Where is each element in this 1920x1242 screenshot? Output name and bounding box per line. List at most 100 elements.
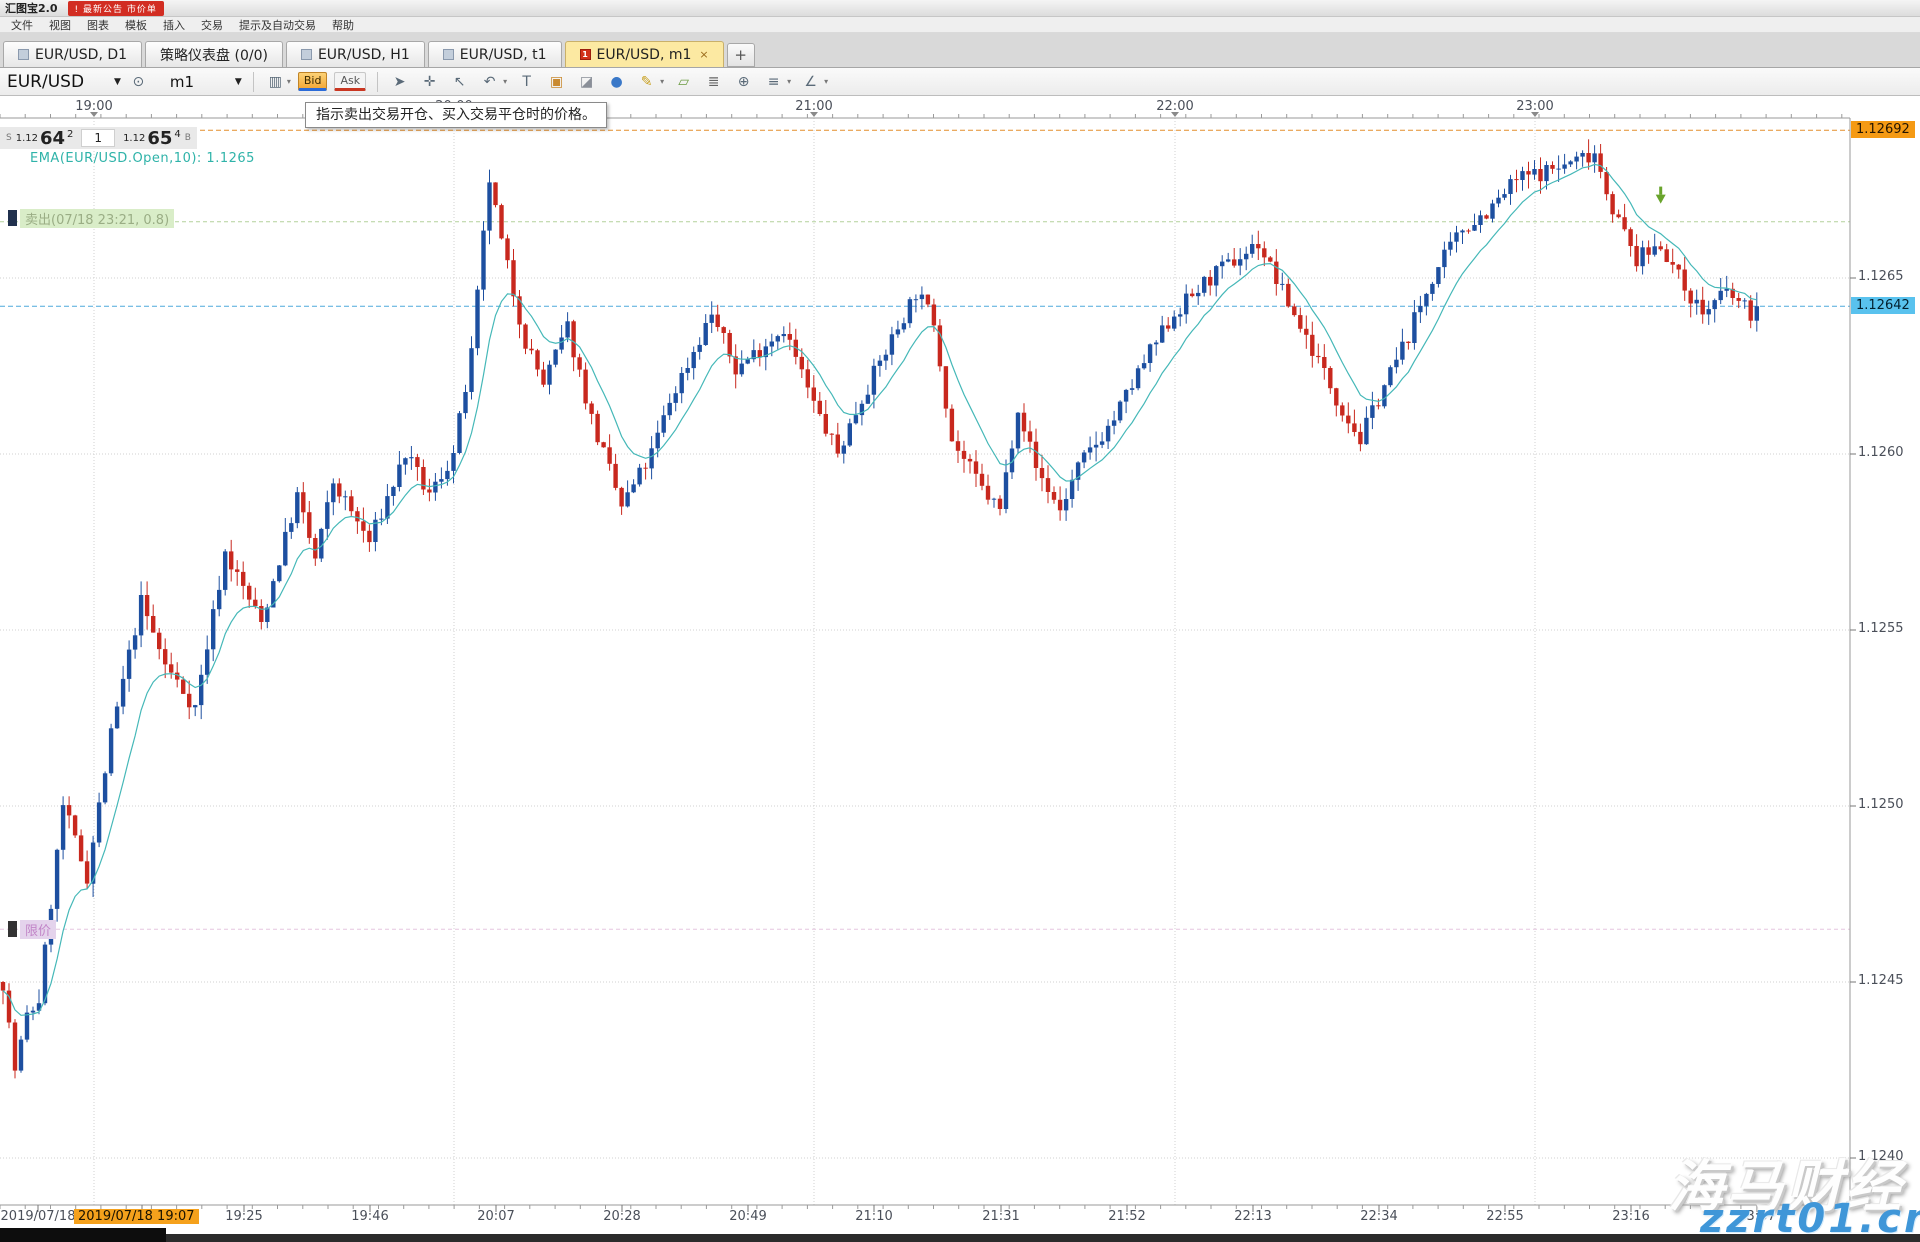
menu-item-6[interactable]: 提示及自动交易	[231, 17, 324, 33]
window-titlebar: 汇图宝2.0 ! 最新公告 市价单	[0, 0, 1920, 17]
tab-eurusd-t1[interactable]: EUR/USD, t1	[428, 41, 562, 67]
menu-item-5[interactable]: 交易	[193, 17, 231, 33]
bottom-bar-left-segment	[0, 1228, 166, 1242]
tab-eurusd-h1[interactable]: EUR/USD, H1	[286, 41, 425, 67]
arrow-tool-icon[interactable]: ↖	[449, 74, 470, 90]
bid-button[interactable]: Bid	[298, 72, 328, 91]
price-axis-label: 1.1245	[1858, 973, 1920, 988]
menu-item-1[interactable]: 视图	[41, 17, 79, 33]
buy-side-label: B	[183, 133, 193, 143]
sell-arrow-icon	[1656, 187, 1666, 204]
pencil-icon-caret[interactable]: ▾	[660, 77, 664, 86]
bottom-axis-label: 19:25	[184, 1209, 304, 1224]
spread-value[interactable]: 1	[81, 129, 115, 147]
tab-label: EUR/USD, t1	[460, 47, 547, 63]
sell-price-major: 64	[40, 128, 65, 149]
symbol-select[interactable]: EUR/USD	[7, 72, 107, 92]
active-chart-icon: 1	[580, 49, 591, 60]
lines-icon[interactable]: ≡	[763, 74, 784, 90]
eraser-icon[interactable]: ◪	[576, 74, 597, 90]
buy-price-pip: 4	[174, 129, 180, 140]
undo-icon-caret[interactable]: ▾	[503, 77, 507, 86]
toolbar-separator	[377, 72, 378, 92]
menu-item-4[interactable]: 插入	[155, 17, 193, 33]
chart-type-icon[interactable]: ▥	[265, 74, 286, 90]
bottom-axis-label: 22:55	[1445, 1209, 1565, 1224]
order-handle-icon[interactable]	[8, 921, 17, 937]
app-title: 汇图宝2.0	[5, 0, 58, 16]
price-axis-label: 1.1265	[1858, 269, 1920, 284]
search-icon[interactable]: ⊙	[128, 74, 149, 90]
top-axis-label: 19:00	[70, 99, 118, 114]
promo-badge[interactable]: ! 最新公告 市价单	[68, 1, 164, 16]
sell-price-pip: 2	[67, 129, 73, 140]
globe-icon[interactable]: ●	[606, 74, 627, 90]
shapes-icon[interactable]: ▱	[673, 74, 694, 90]
cursor-icon[interactable]: ➤	[389, 74, 410, 90]
trading-app-window: 汇图宝2.0 ! 最新公告 市价单 文件视图图表模板插入交易提示及自动交易帮助 …	[0, 0, 1920, 1242]
sell-price-minor: 1.12	[16, 133, 38, 144]
order-handle-icon[interactable]	[8, 210, 17, 226]
menu-bar: 文件视图图表模板插入交易提示及自动交易帮助	[0, 17, 1920, 33]
bottom-axis-label: 22:13	[1193, 1209, 1313, 1224]
top-axis-label: 23:00	[1511, 99, 1559, 114]
bid-price-tag: 1.12642	[1851, 297, 1915, 314]
lines-icon-caret[interactable]: ▾	[787, 77, 791, 86]
limit-order-marker[interactable]: 限价	[8, 920, 56, 938]
bottom-axis-label: 21:52	[1067, 1209, 1187, 1224]
menu-item-3[interactable]: 模板	[117, 17, 155, 33]
menu-item-2[interactable]: 图表	[79, 17, 117, 33]
pencil-icon[interactable]: ✎	[636, 74, 657, 90]
chart-type-caret-icon[interactable]: ▾	[287, 77, 291, 86]
candlestick-chart-canvas[interactable]	[0, 96, 1920, 1242]
chart-window-icon	[18, 49, 29, 60]
zoom-in-icon[interactable]: ⊕	[733, 74, 754, 90]
buy-price-major: 65	[147, 128, 172, 149]
tab-label: EUR/USD, m1	[597, 47, 692, 63]
bottom-axis-label: 19:46	[310, 1209, 430, 1224]
tab-strategy-dashboard[interactable]: 策略仪表盘 (0/0)	[145, 41, 283, 67]
toolbar-separator	[253, 72, 254, 92]
bottom-axis-label: 2019/07/18 19:07	[74, 1209, 199, 1224]
print-icon[interactable]: ≣	[703, 74, 724, 90]
menu-item-0[interactable]: 文件	[3, 17, 41, 33]
calendar-icon[interactable]: ▣	[546, 74, 567, 90]
watermark-site: zzrt01.cn	[1700, 1196, 1920, 1242]
price-axis-label: 1.1250	[1858, 797, 1920, 812]
ema-indicator-label: EMA(EUR/USD.Open,10): 1.1265	[30, 151, 255, 166]
bottom-axis-label: 22:34	[1319, 1209, 1439, 1224]
symbol-caret-icon[interactable]: ▼	[114, 77, 121, 87]
ask-button[interactable]: Ask	[334, 72, 366, 91]
sell-order-marker[interactable]: 卖出(07/18 23:21, 0.8)	[8, 209, 174, 227]
tab-eurusd-m1[interactable]: 1 EUR/USD, m1 ×	[565, 41, 724, 67]
tab-label: 策略仪表盘 (0/0)	[160, 45, 268, 65]
limit-order-label: 限价	[20, 920, 56, 939]
timeframe-select[interactable]: m1	[170, 73, 228, 91]
tab-label: EUR/USD, H1	[318, 47, 410, 63]
undo-icon[interactable]: ↶	[479, 74, 500, 90]
chart-window-icon	[301, 49, 312, 60]
timeframe-caret-icon[interactable]: ▼	[235, 77, 242, 87]
crosshair-icon[interactable]: ✛	[419, 74, 440, 90]
text-tool-icon[interactable]: T	[516, 74, 537, 90]
bottom-axis-label: 20:07	[436, 1209, 556, 1224]
close-icon[interactable]: ×	[699, 48, 708, 61]
ask-price-tag: 1.12692	[1851, 121, 1915, 138]
top-axis-label: 22:00	[1151, 99, 1199, 114]
angle-tool-icon-caret[interactable]: ▾	[824, 77, 828, 86]
bottom-axis-label: 21:31	[941, 1209, 1061, 1224]
tab-label: EUR/USD, D1	[35, 47, 127, 63]
one-click-quote-panel[interactable]: S 1.12 64 2 1 1.12 65 4 B	[0, 127, 197, 149]
price-axis-label: 1.1260	[1858, 445, 1920, 460]
top-axis-label: 21:00	[790, 99, 838, 114]
new-tab-button[interactable]: +	[727, 43, 755, 67]
sell-side-label: S	[4, 133, 14, 143]
bottom-axis-label: 20:49	[688, 1209, 808, 1224]
bottom-bar	[0, 1234, 1920, 1242]
angle-tool-icon[interactable]: ∠	[800, 74, 821, 90]
tab-eurusd-d1[interactable]: EUR/USD, D1	[3, 41, 142, 67]
menu-item-7[interactable]: 帮助	[324, 17, 362, 33]
main-toolbar: EUR/USD ▼ ⊙ m1 ▼ ▥ ▾ Bid Ask ➤✛↖↶▾T▣◪●✎▾…	[0, 68, 1920, 96]
bottom-axis-label: 21:10	[814, 1209, 934, 1224]
buy-price-minor: 1.12	[123, 133, 145, 144]
